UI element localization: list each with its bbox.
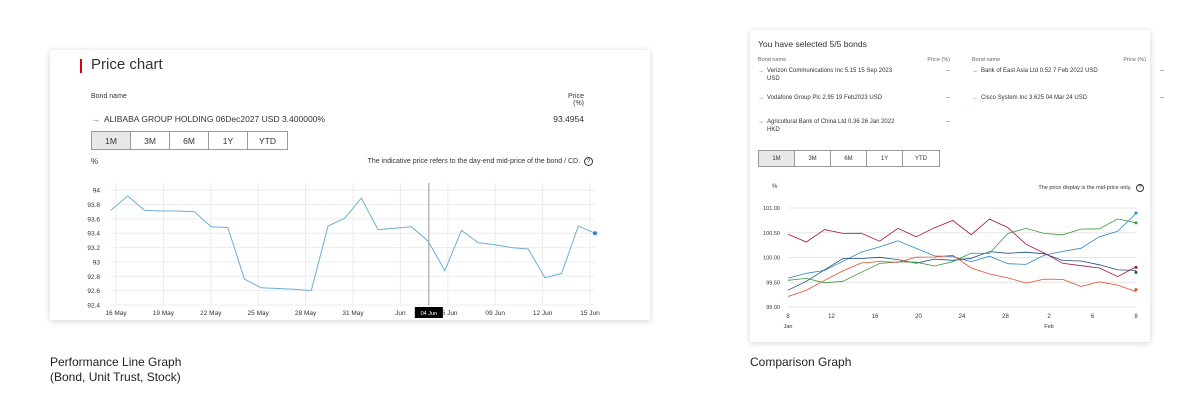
price-chart-title: Price chart xyxy=(91,56,163,73)
x-tick-label: 12 Jun xyxy=(533,310,553,317)
price-header-right: Price (%) xyxy=(1123,57,1146,63)
x-tick-label: 24 xyxy=(959,314,966,320)
tab-3m[interactable]: 3M xyxy=(131,132,170,149)
x-tick-label: 19 May xyxy=(153,310,175,317)
tab-ytd[interactable]: YTD xyxy=(903,151,939,166)
tab-1m[interactable]: 1M xyxy=(92,132,131,149)
comparison-series-line xyxy=(787,218,1137,284)
period-tabs: 1M 3M 6M 1Y YTD xyxy=(91,131,288,150)
performance-caption: Performance Line Graph (Bond, Unit Trust… xyxy=(50,355,182,384)
bond-name-header-right: Bond name xyxy=(972,57,1001,63)
tooltip-date: 04 Jun xyxy=(421,311,438,317)
series-end-marker xyxy=(1134,288,1138,292)
title-accent-bar xyxy=(80,59,82,73)
line-marker-icon: → xyxy=(758,95,764,101)
price-line-chart: 92.4 92.6 92.8 93 93.2 93.4 93.6 93.8 94 16 May 19… xyxy=(87,183,600,318)
y-tick-label: 93 xyxy=(93,259,101,266)
y-tick-label: 93.8 xyxy=(87,202,100,209)
bond-name-header-left: Bond name xyxy=(758,57,787,63)
help-icon[interactable]: ? xyxy=(584,157,593,166)
y-tick-label: 101.00 xyxy=(763,206,780,212)
line-marker-icon: → xyxy=(758,68,764,74)
y-tick-label: 93.4 xyxy=(87,231,100,238)
y-tick-label: 92.4 xyxy=(87,303,100,310)
x-tick-label: 09 Jun xyxy=(485,310,505,317)
line-marker-icon: → xyxy=(972,68,978,74)
selected-bond-name: Verizon Communications Inc 5.15 15 Sep 2… xyxy=(767,68,893,82)
price-header: Price (%) xyxy=(568,93,584,107)
x-tick-label: 28 May xyxy=(295,310,317,317)
x-tick-label: 12 xyxy=(828,314,835,320)
last-point-marker xyxy=(593,231,597,236)
y-tick-label: 93.6 xyxy=(87,216,100,223)
tab-3m[interactable]: 3M xyxy=(795,151,831,166)
bond-name: ALIBABA GROUP HOLDING 06Dec2027 USD 3.40… xyxy=(104,114,325,124)
x-tick-label: 16 May xyxy=(105,310,127,317)
y-tick-label: 99.50 xyxy=(766,280,780,286)
x-tick-label: 31 May xyxy=(342,310,364,317)
x-tick-label: 6 xyxy=(1091,314,1095,320)
selected-bond-price: -- xyxy=(1160,95,1164,101)
comparison-panel: You have selected 5/5 bonds Bond name Pr… xyxy=(750,30,1164,342)
series-end-marker xyxy=(1134,270,1138,274)
tab-1y[interactable]: 1Y xyxy=(867,151,903,166)
selected-bond-price: -- xyxy=(1160,68,1164,74)
y-tick-label: 92.6 xyxy=(87,288,100,295)
line-marker-icon: → xyxy=(972,95,978,101)
x-tick-label: 25 May xyxy=(248,310,270,317)
series-end-marker xyxy=(1134,211,1138,215)
x-tick-label: 20 xyxy=(915,314,922,320)
x-tick-label: 28 xyxy=(1002,314,1009,320)
y-tick-label: 100.50 xyxy=(763,231,780,237)
tab-6m[interactable]: 6M xyxy=(170,132,209,149)
x-tick-label: 8 xyxy=(786,314,790,320)
tab-1m[interactable]: 1M xyxy=(759,151,795,166)
selected-bond-name: Vodafone Group Plc 2.95 19 Feb2023 USD xyxy=(767,95,883,101)
y-tick-label: 92.8 xyxy=(87,274,100,281)
selected-bond-price: -- xyxy=(946,95,950,101)
comparison-y-unit: % xyxy=(772,184,778,190)
selected-bond-name: Cisco System Inc 3.625 04 Mar 24 USD xyxy=(981,95,1088,101)
line-marker-icon: → xyxy=(91,114,100,124)
y-unit-label: % xyxy=(91,157,99,166)
y-tick-label: 100.00 xyxy=(763,256,780,262)
tab-1y[interactable]: 1Y xyxy=(209,132,248,149)
series-end-marker xyxy=(1134,221,1138,225)
bond-price: 93.4954 xyxy=(553,114,584,124)
comparison-caption: Comparison Graph xyxy=(750,355,852,369)
y-tick-label: 93.2 xyxy=(87,245,100,252)
price-chart-panel: Price chart Bond name Price (%) → ALIBAB… xyxy=(50,50,650,320)
selected-bond-price: -- xyxy=(946,119,950,125)
selected-bond-name: Agricultural Bank of China Ltd 0.36 26 J… xyxy=(767,119,895,133)
selected-bonds-title: You have selected 5/5 bonds xyxy=(758,39,867,49)
selected-bond-name: Bank of East Asia Ltd 0.52 7 Feb 2022 US… xyxy=(981,68,1098,74)
comparison-line-chart: 99.0099.50100.00100.50101.008 12 16 20 24 28 2… xyxy=(763,206,1138,330)
line-marker-icon: → xyxy=(758,119,764,125)
x-tick-label: Jun xyxy=(395,310,406,317)
comparison-series-line xyxy=(787,218,1137,278)
indicative-price-note: The indicative price refers to the day-e… xyxy=(340,157,593,166)
y-tick-label: 99.00 xyxy=(766,305,780,311)
x-tick-label: 16 xyxy=(872,314,879,320)
tab-ytd[interactable]: YTD xyxy=(248,132,287,149)
bond-name-header: Bond name xyxy=(91,93,127,100)
x-tick-label: 2 xyxy=(1047,314,1051,320)
x-tick-label: 15 Jun xyxy=(580,310,600,317)
month-label-jan: Jan xyxy=(784,324,793,330)
selected-bond-price: -- xyxy=(946,68,950,74)
comparison-series-line xyxy=(787,213,1137,279)
y-tick-label: 94 xyxy=(93,188,101,195)
help-icon[interactable]: ? xyxy=(1136,184,1144,192)
comparison-period-tabs: 1M 3M 6M 1Y YTD xyxy=(758,150,940,167)
price-header-left: Price (%) xyxy=(927,57,950,63)
x-tick-label: 8 xyxy=(1134,314,1138,320)
bond-row[interactable]: → ALIBABA GROUP HOLDING 06Dec2027 USD 3.… xyxy=(91,114,325,124)
tab-6m[interactable]: 6M xyxy=(831,151,867,166)
mid-price-note: The price display is the mid-price only.… xyxy=(950,184,1144,192)
x-tick-label: 22 May xyxy=(200,310,222,317)
month-label-feb: Feb xyxy=(1044,324,1053,330)
series-end-marker xyxy=(1134,265,1138,269)
